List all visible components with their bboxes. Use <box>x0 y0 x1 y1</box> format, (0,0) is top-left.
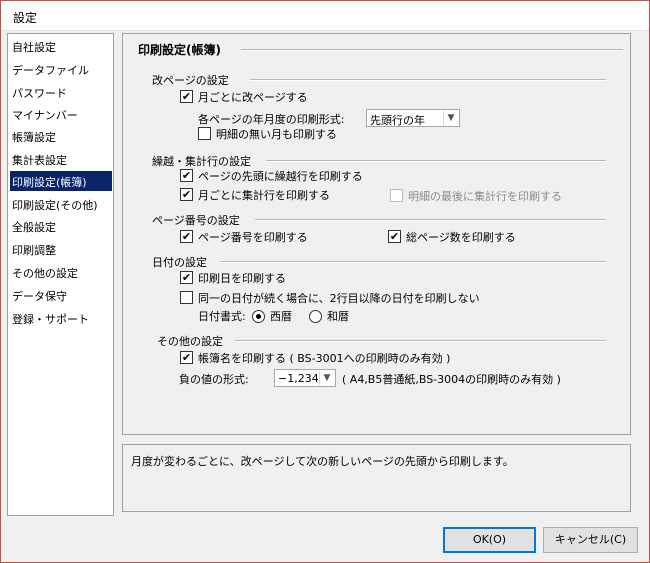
page-number-heading: ページ番号の設定 <box>152 214 240 227</box>
wareki-radio[interactable] <box>309 310 322 323</box>
nav-item-summary-table[interactable]: 集計表設定 <box>10 149 112 169</box>
page-no-label: ページ番号を印刷する <box>198 231 308 244</box>
total-at-end-label: 明細の最後に集計行を印刷する <box>408 190 562 203</box>
nav-item-my-number[interactable]: マイナンバー <box>10 104 112 124</box>
nav-item-print-book[interactable]: 印刷設定(帳簿) <box>10 171 112 191</box>
print-empty-month-label: 明細の無い月も印刷する <box>216 128 337 141</box>
carry-row-checkbox[interactable]: ✔ <box>180 169 193 182</box>
panel-title: 印刷設定(帳簿) <box>138 43 221 57</box>
negative-format-note: ( A4,B5普通紙,BS-3004の印刷時のみ有効 ) <box>342 373 561 386</box>
check-icon: ✔ <box>181 188 192 201</box>
window-title: 設定 <box>13 11 38 25</box>
print-settings-panel: 印刷設定(帳簿) 改ページの設定 ✔ 月ごとに改ページする 各ページの年月度の印… <box>122 33 631 435</box>
page-no-checkbox[interactable]: ✔ <box>180 230 193 243</box>
page-number-divider <box>255 219 606 221</box>
description-box: 月度が変わるごとに、改ページして次の新しいページの先頭から印刷します。 <box>122 444 631 512</box>
check-icon: ✔ <box>181 230 192 243</box>
nav-item-data-file[interactable]: データファイル <box>10 59 112 79</box>
suppress-same-date-label: 同一の日付が続く場合に、2行目以降の日付を印刷しない <box>198 292 480 305</box>
nav-item-password[interactable]: パスワード <box>10 82 112 102</box>
year-format-value: 先頭行の年 <box>370 114 425 127</box>
page-break-divider <box>250 79 606 81</box>
total-at-end-checkbox[interactable] <box>390 189 403 202</box>
monthly-break-label: 月ごとに改ページする <box>198 91 308 104</box>
negative-format-combo[interactable]: −1,234 ▼ <box>274 369 336 387</box>
nav-item-company[interactable]: 自社設定 <box>10 36 112 56</box>
date-format-label: 日付書式: <box>198 310 246 323</box>
print-date-label: 印刷日を印刷する <box>198 272 286 285</box>
other-heading: その他の設定 <box>157 335 223 348</box>
page-break-heading: 改ページの設定 <box>152 74 229 87</box>
carryover-heading: 繰越・集計行の設定 <box>152 155 251 168</box>
negative-format-value: −1,234 <box>278 372 319 385</box>
nav-item-book-settings[interactable]: 帳簿設定 <box>10 126 112 146</box>
button-bar: OK(O) キャンセル(C) <box>1 518 649 562</box>
nav-item-general[interactable]: 全般設定 <box>10 216 112 236</box>
negative-format-label: 負の値の形式: <box>179 373 249 386</box>
monthly-total-checkbox[interactable]: ✔ <box>180 188 193 201</box>
seireki-label: 西暦 <box>270 310 292 323</box>
settings-dialog: 設定 自社設定 データファイル パスワード マイナンバー 帳簿設定 集計表設定 … <box>0 0 650 563</box>
check-icon: ✔ <box>181 271 192 284</box>
check-icon: ✔ <box>181 169 192 182</box>
check-icon: ✔ <box>181 351 192 364</box>
monthly-break-checkbox[interactable]: ✔ <box>180 90 193 103</box>
cancel-button[interactable]: キャンセル(C) <box>543 527 638 553</box>
other-divider <box>235 340 606 342</box>
monthly-total-label: 月ごとに集計行を印刷する <box>198 189 330 202</box>
check-icon: ✔ <box>181 90 192 103</box>
date-divider <box>220 261 606 263</box>
nav-item-other-settings[interactable]: その他の設定 <box>10 262 112 282</box>
chevron-down-icon: ▼ <box>443 111 458 125</box>
total-pages-checkbox[interactable]: ✔ <box>388 230 401 243</box>
year-format-combo[interactable]: 先頭行の年 ▼ <box>366 109 460 127</box>
nav-item-print-adjust[interactable]: 印刷調整 <box>10 239 112 259</box>
suppress-same-date-checkbox[interactable] <box>180 291 193 304</box>
ok-button[interactable]: OK(O) <box>443 527 536 553</box>
nav-item-data-maint[interactable]: データ保守 <box>10 285 112 305</box>
carry-row-label: ページの先頭に繰越行を印刷する <box>198 170 363 183</box>
print-book-name-checkbox[interactable]: ✔ <box>180 351 193 364</box>
carryover-divider <box>266 160 606 162</box>
print-empty-month-checkbox[interactable] <box>198 127 211 140</box>
date-heading: 日付の設定 <box>152 256 207 269</box>
description-text: 月度が変わるごとに、改ページして次の新しいページの先頭から印刷します。 <box>131 455 514 468</box>
year-format-label: 各ページの年月度の印刷形式: <box>198 113 345 126</box>
chevron-down-icon: ▼ <box>319 371 334 385</box>
wareki-label: 和暦 <box>327 310 349 323</box>
title-divider <box>241 49 623 51</box>
total-pages-label: 総ページ数を印刷する <box>406 231 516 244</box>
check-icon: ✔ <box>389 230 400 243</box>
nav-item-print-other[interactable]: 印刷設定(その他) <box>10 194 112 214</box>
radio-dot <box>256 314 261 319</box>
settings-nav-list[interactable]: 自社設定 データファイル パスワード マイナンバー 帳簿設定 集計表設定 印刷設… <box>7 33 114 516</box>
print-book-name-label: 帳簿名を印刷する ( BS-3001への印刷時のみ有効 ) <box>198 352 451 365</box>
nav-item-registration[interactable]: 登録・サポート <box>10 308 112 328</box>
seireki-radio[interactable] <box>252 310 265 323</box>
title-bar: 設定 <box>1 1 649 31</box>
print-date-checkbox[interactable]: ✔ <box>180 271 193 284</box>
